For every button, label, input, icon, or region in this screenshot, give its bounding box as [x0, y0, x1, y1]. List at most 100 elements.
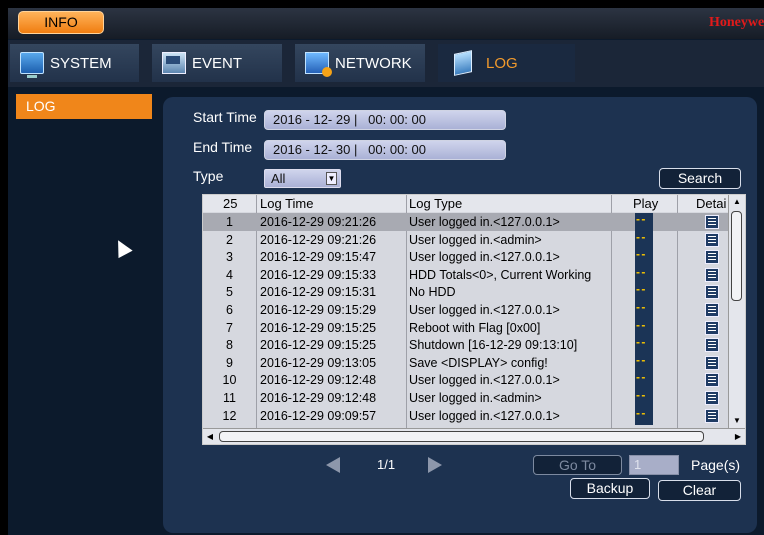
table-row[interactable]: 7 2016-12-29 09:15:25 Reboot with Flag [0x…: [203, 318, 728, 337]
log-type-cell: Shutdown [16-12-29 09:13:10]: [409, 338, 578, 353]
table-row[interactable]: 1 2016-12-29 09:21:26 User logged in.<127.…: [203, 212, 728, 231]
scroll-left-icon[interactable]: ◀: [203, 429, 217, 444]
end-time-field[interactable]: 2016 - 12- 30 | 00: 00: 00: [264, 140, 506, 160]
table-row[interactable]: 2 2016-12-29 09:21:26 User logged in.<admi…: [203, 230, 728, 249]
table-row[interactable]: 6 2016-12-29 09:15:29 User logged in.<127.…: [203, 300, 728, 319]
network-icon: [305, 52, 332, 77]
scroll-thumb[interactable]: [219, 431, 704, 442]
detail-icon[interactable]: [705, 267, 719, 282]
row-number: 7: [226, 320, 233, 335]
table-row[interactable]: 9 2016-12-29 09:13:05 Save <DISPLAY> confi…: [203, 353, 728, 372]
header-detail: Detai: [696, 196, 727, 211]
table-row[interactable]: 12 2016-12-29 09:09:57 User logged in.<127…: [203, 406, 728, 425]
detail-icon[interactable]: [705, 232, 719, 247]
detail-icon[interactable]: [705, 373, 719, 388]
log-time-cell: 2016-12-29 09:12:48: [260, 391, 377, 405]
log-time-cell: 2016-12-29 09:15:31: [260, 285, 377, 300]
table-row[interactable]: 8 2016-12-29 09:15:25 Shutdown [16-12-29 0…: [203, 335, 728, 355]
play-icon[interactable]: [635, 247, 653, 267]
play-icon[interactable]: [635, 370, 653, 390]
tab-network[interactable]: NETWORK: [295, 44, 425, 82]
log-time-cell: 2016-12-29 09:21:26: [260, 232, 377, 247]
log-time-cell: 2016-12-29 09:15:33: [260, 267, 377, 282]
play-icon[interactable]: [635, 335, 653, 355]
tab-event[interactable]: EVENT: [152, 44, 282, 82]
table-row[interactable]: 4 2016-12-29 09:15:33 HDD Totals<0>, Curre…: [203, 265, 728, 284]
log-type-cell: User logged in.<admin>: [409, 391, 542, 405]
detail-icon[interactable]: [705, 285, 719, 300]
row-number: 2: [226, 232, 233, 247]
detail-icon[interactable]: [705, 320, 719, 335]
log-time-cell: 2016-12-29 09:15:47: [260, 250, 377, 265]
table-row[interactable]: 3 2016-12-29 09:15:47 User logged in.<127.…: [203, 247, 728, 267]
type-label: Type: [193, 168, 224, 184]
page-number-input[interactable]: 1: [629, 455, 679, 475]
vertical-scrollbar[interactable]: ▲ ▼: [728, 195, 745, 428]
row-number: 4: [226, 267, 233, 282]
backup-button[interactable]: Backup: [570, 478, 650, 499]
prev-page-icon[interactable]: [326, 457, 340, 473]
log-panel: Start Time 2016 - 12- 29 | 00: 00: 00 En…: [163, 97, 757, 533]
play-icon[interactable]: [635, 282, 653, 302]
detail-icon[interactable]: [705, 215, 719, 229]
detail-icon[interactable]: [705, 303, 719, 317]
log-type-cell: User logged in.<127.0.0.1>: [409, 408, 560, 423]
detail-icon[interactable]: [705, 391, 719, 405]
header-play: Play: [633, 196, 659, 211]
log-type-cell: User logged in.<127.0.0.1>: [409, 250, 560, 265]
play-icon[interactable]: [635, 265, 653, 284]
system-icon: [20, 52, 44, 78]
log-time-cell: 2016-12-29 09:21:26: [260, 215, 377, 229]
play-icon[interactable]: [635, 406, 653, 425]
row-number: 12: [222, 408, 237, 423]
header-log-time: Log Time: [260, 196, 314, 211]
horizontal-scrollbar[interactable]: ◀ ▶: [203, 428, 745, 444]
tab-label: NETWORK: [335, 54, 412, 72]
app-window: INFO Honeywell SYSTEM EVENT NETWORK LOG …: [8, 8, 764, 535]
row-number: 1: [226, 215, 233, 229]
next-page-icon[interactable]: [428, 457, 442, 473]
log-type-cell: HDD Totals<0>, Current Working: [409, 267, 592, 282]
scroll-thumb[interactable]: [731, 211, 742, 301]
table-row[interactable]: 11 2016-12-29 09:12:48 User logged in.<adm…: [203, 388, 728, 407]
tab-system[interactable]: SYSTEM: [10, 44, 139, 82]
clear-button[interactable]: Clear: [658, 480, 741, 501]
search-button[interactable]: Search: [659, 168, 741, 189]
info-button[interactable]: INFO: [18, 11, 104, 34]
scroll-right-icon[interactable]: ▶: [731, 429, 745, 444]
log-time-cell: 2016-12-29 09:12:48: [260, 373, 377, 388]
log-table: 25 Log Time Log Type Play Detai 1 2016-12…: [202, 194, 746, 445]
tab-label: LOG: [486, 54, 518, 72]
type-select-value: All: [271, 171, 286, 186]
log-icon: [454, 50, 472, 76]
start-time-field[interactable]: 2016 - 12- 29 | 00: 00: 00: [264, 110, 506, 130]
log-time-cell: 2016-12-29 09:15:29: [260, 303, 377, 317]
log-time-cell: 2016-12-29 09:15:25: [260, 338, 377, 353]
row-number: 5: [226, 285, 233, 300]
table-row[interactable]: 10 2016-12-29 09:12:48 User logged in.<127…: [203, 370, 728, 390]
play-icon[interactable]: [635, 353, 653, 372]
sidebar-item-log[interactable]: LOG: [16, 94, 152, 119]
detail-icon[interactable]: [705, 250, 719, 265]
play-icon[interactable]: [635, 318, 653, 337]
detail-icon[interactable]: [705, 338, 719, 353]
tab-label: EVENT: [192, 54, 243, 72]
row-number: 3: [226, 250, 233, 265]
table-row[interactable]: 5 2016-12-29 09:15:31 No HDD: [203, 282, 728, 302]
end-time-label: End Time: [193, 139, 253, 155]
tab-log[interactable]: LOG: [438, 44, 575, 82]
type-select[interactable]: All ▼: [264, 169, 341, 188]
play-icon[interactable]: [635, 230, 653, 249]
play-icon[interactable]: [635, 212, 653, 231]
page-indicator: 1/1: [377, 457, 396, 472]
scroll-down-icon[interactable]: ▼: [729, 414, 745, 428]
go-to-button[interactable]: Go To: [533, 455, 622, 475]
play-icon[interactable]: [635, 388, 653, 407]
row-number: 10: [222, 373, 237, 388]
scroll-up-icon[interactable]: ▲: [729, 195, 745, 209]
row-number: 9: [226, 355, 233, 370]
detail-icon[interactable]: [705, 408, 719, 423]
play-icon[interactable]: [635, 300, 653, 319]
detail-icon[interactable]: [705, 355, 719, 370]
log-time-cell: 2016-12-29 09:15:25: [260, 320, 377, 335]
